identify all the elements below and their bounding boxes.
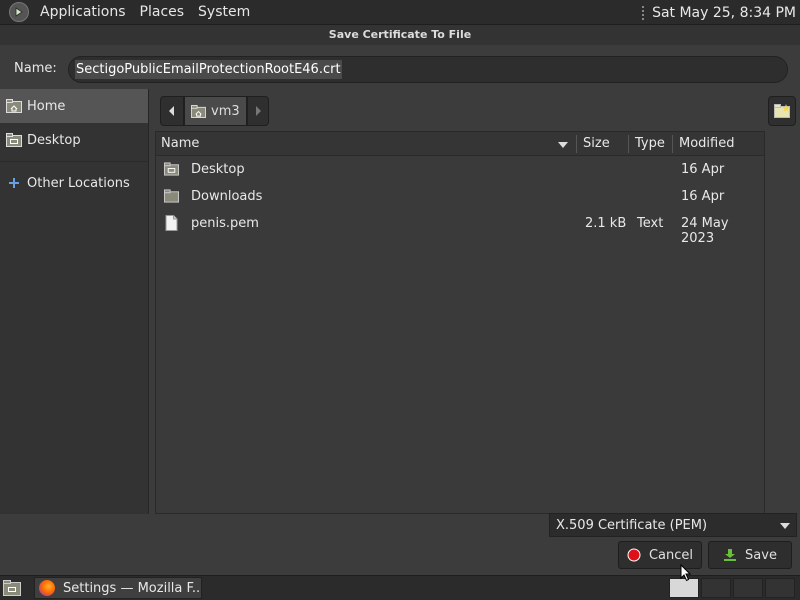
name-label: Name: xyxy=(14,61,57,76)
save-button[interactable]: Save xyxy=(708,541,792,569)
firefox-icon xyxy=(39,580,55,596)
top-panel: Applications Places System Sat May 25, 8… xyxy=(0,0,800,25)
clock-area: Sat May 25, 8:34 PM xyxy=(642,0,796,25)
path-crumb-label: vm3 xyxy=(211,103,240,119)
home-folder-icon xyxy=(6,99,22,113)
save-label: Save xyxy=(745,547,777,563)
workspace-2[interactable] xyxy=(701,578,731,598)
file-modified: 24 May 2023 xyxy=(681,216,729,246)
column-divider xyxy=(628,135,629,153)
text-file-icon xyxy=(165,215,178,231)
file-name: Downloads xyxy=(191,189,263,204)
chevron-down-icon xyxy=(780,523,790,529)
clock[interactable]: Sat May 25, 8:34 PM xyxy=(652,5,796,21)
column-type-header[interactable]: Type xyxy=(635,136,665,151)
dialog-title[interactable]: Save Certificate To File xyxy=(0,25,800,45)
home-folder-icon xyxy=(191,104,206,118)
file-row-desktop[interactable]: Desktop 16 Apr xyxy=(156,156,764,183)
sidebar-item-label: Other Locations xyxy=(27,175,130,191)
sort-descending-icon[interactable] xyxy=(558,142,568,148)
file-row-downloads[interactable]: Downloads 16 Apr xyxy=(156,183,764,210)
path-forward-button[interactable] xyxy=(246,96,269,126)
sidebar-item-other-locations[interactable]: Other Locations xyxy=(0,166,148,200)
taskbar-window-firefox[interactable]: Settings — Mozilla F... xyxy=(34,577,202,599)
menu-applications[interactable]: Applications xyxy=(33,4,133,20)
column-modified-header[interactable]: Modified xyxy=(679,136,734,151)
show-desktop-icon[interactable] xyxy=(3,580,21,596)
scrollbar-area[interactable] xyxy=(765,131,800,514)
file-name-value: SectigoPublicEmailProtectionRootE46.crt xyxy=(75,60,342,79)
file-name-input[interactable]: SectigoPublicEmailProtectionRootE46.crt xyxy=(68,56,788,83)
file-size: 2.1 kB xyxy=(585,216,627,231)
file-type-filter-select[interactable]: X.509 Certificate (PEM) xyxy=(549,513,797,537)
folder-icon xyxy=(164,189,179,203)
sidebar-item-desktop[interactable]: Desktop xyxy=(0,123,148,157)
arrow-left-icon xyxy=(169,106,174,116)
mouse-pointer-icon xyxy=(680,564,692,582)
save-download-icon xyxy=(724,549,737,561)
arrow-right-icon xyxy=(255,106,261,116)
file-list[interactable]: Name Size Type Modified Desktop 16 Apr D… xyxy=(155,131,765,514)
workspace-4[interactable] xyxy=(765,578,795,598)
file-type-filter-value: X.509 Certificate (PEM) xyxy=(556,517,708,533)
column-name-header[interactable]: Name xyxy=(161,136,199,151)
file-type: Text xyxy=(637,216,664,231)
column-divider xyxy=(672,135,673,153)
file-modified: 16 Apr xyxy=(681,162,725,177)
panel-separator xyxy=(642,5,645,20)
path-bar: vm3 xyxy=(160,96,269,126)
sidebar-separator xyxy=(0,161,148,162)
sidebar-item-label: Home xyxy=(27,98,66,114)
column-divider xyxy=(576,135,577,153)
file-modified: 16 Apr xyxy=(681,189,725,204)
path-back-button[interactable] xyxy=(160,96,184,126)
file-row-pem[interactable]: penis.pem 2.1 kB Text 24 May 2023 xyxy=(156,210,764,246)
workspace-3[interactable] xyxy=(733,578,763,598)
name-row: Name: SectigoPublicEmailProtectionRootE4… xyxy=(0,55,800,85)
desktop-folder-icon xyxy=(6,133,22,147)
file-name: Desktop xyxy=(191,162,245,177)
cancel-label: Cancel xyxy=(648,547,694,563)
column-size-header[interactable]: Size xyxy=(583,136,610,151)
mate-menu-logo-icon[interactable] xyxy=(9,2,29,22)
file-name: penis.pem xyxy=(191,216,259,231)
places-sidebar: Home Desktop Other Locations xyxy=(0,89,149,514)
path-crumb-vm3[interactable]: vm3 xyxy=(184,96,247,126)
taskbar-window-label: Settings — Mozilla F... xyxy=(63,580,202,596)
column-header: Name Size Type Modified xyxy=(156,132,764,156)
desktop-folder-icon xyxy=(164,162,179,176)
sidebar-item-home[interactable]: Home xyxy=(0,89,148,123)
plus-icon xyxy=(9,178,19,188)
menu-system[interactable]: System xyxy=(191,4,257,20)
cancel-icon xyxy=(627,548,641,562)
menu-places[interactable]: Places xyxy=(133,4,192,20)
save-dialog: Save Certificate To File Name: SectigoPu… xyxy=(0,25,800,575)
sidebar-item-label: Desktop xyxy=(27,132,81,148)
new-folder-button[interactable] xyxy=(768,96,796,126)
new-folder-icon xyxy=(774,104,790,118)
